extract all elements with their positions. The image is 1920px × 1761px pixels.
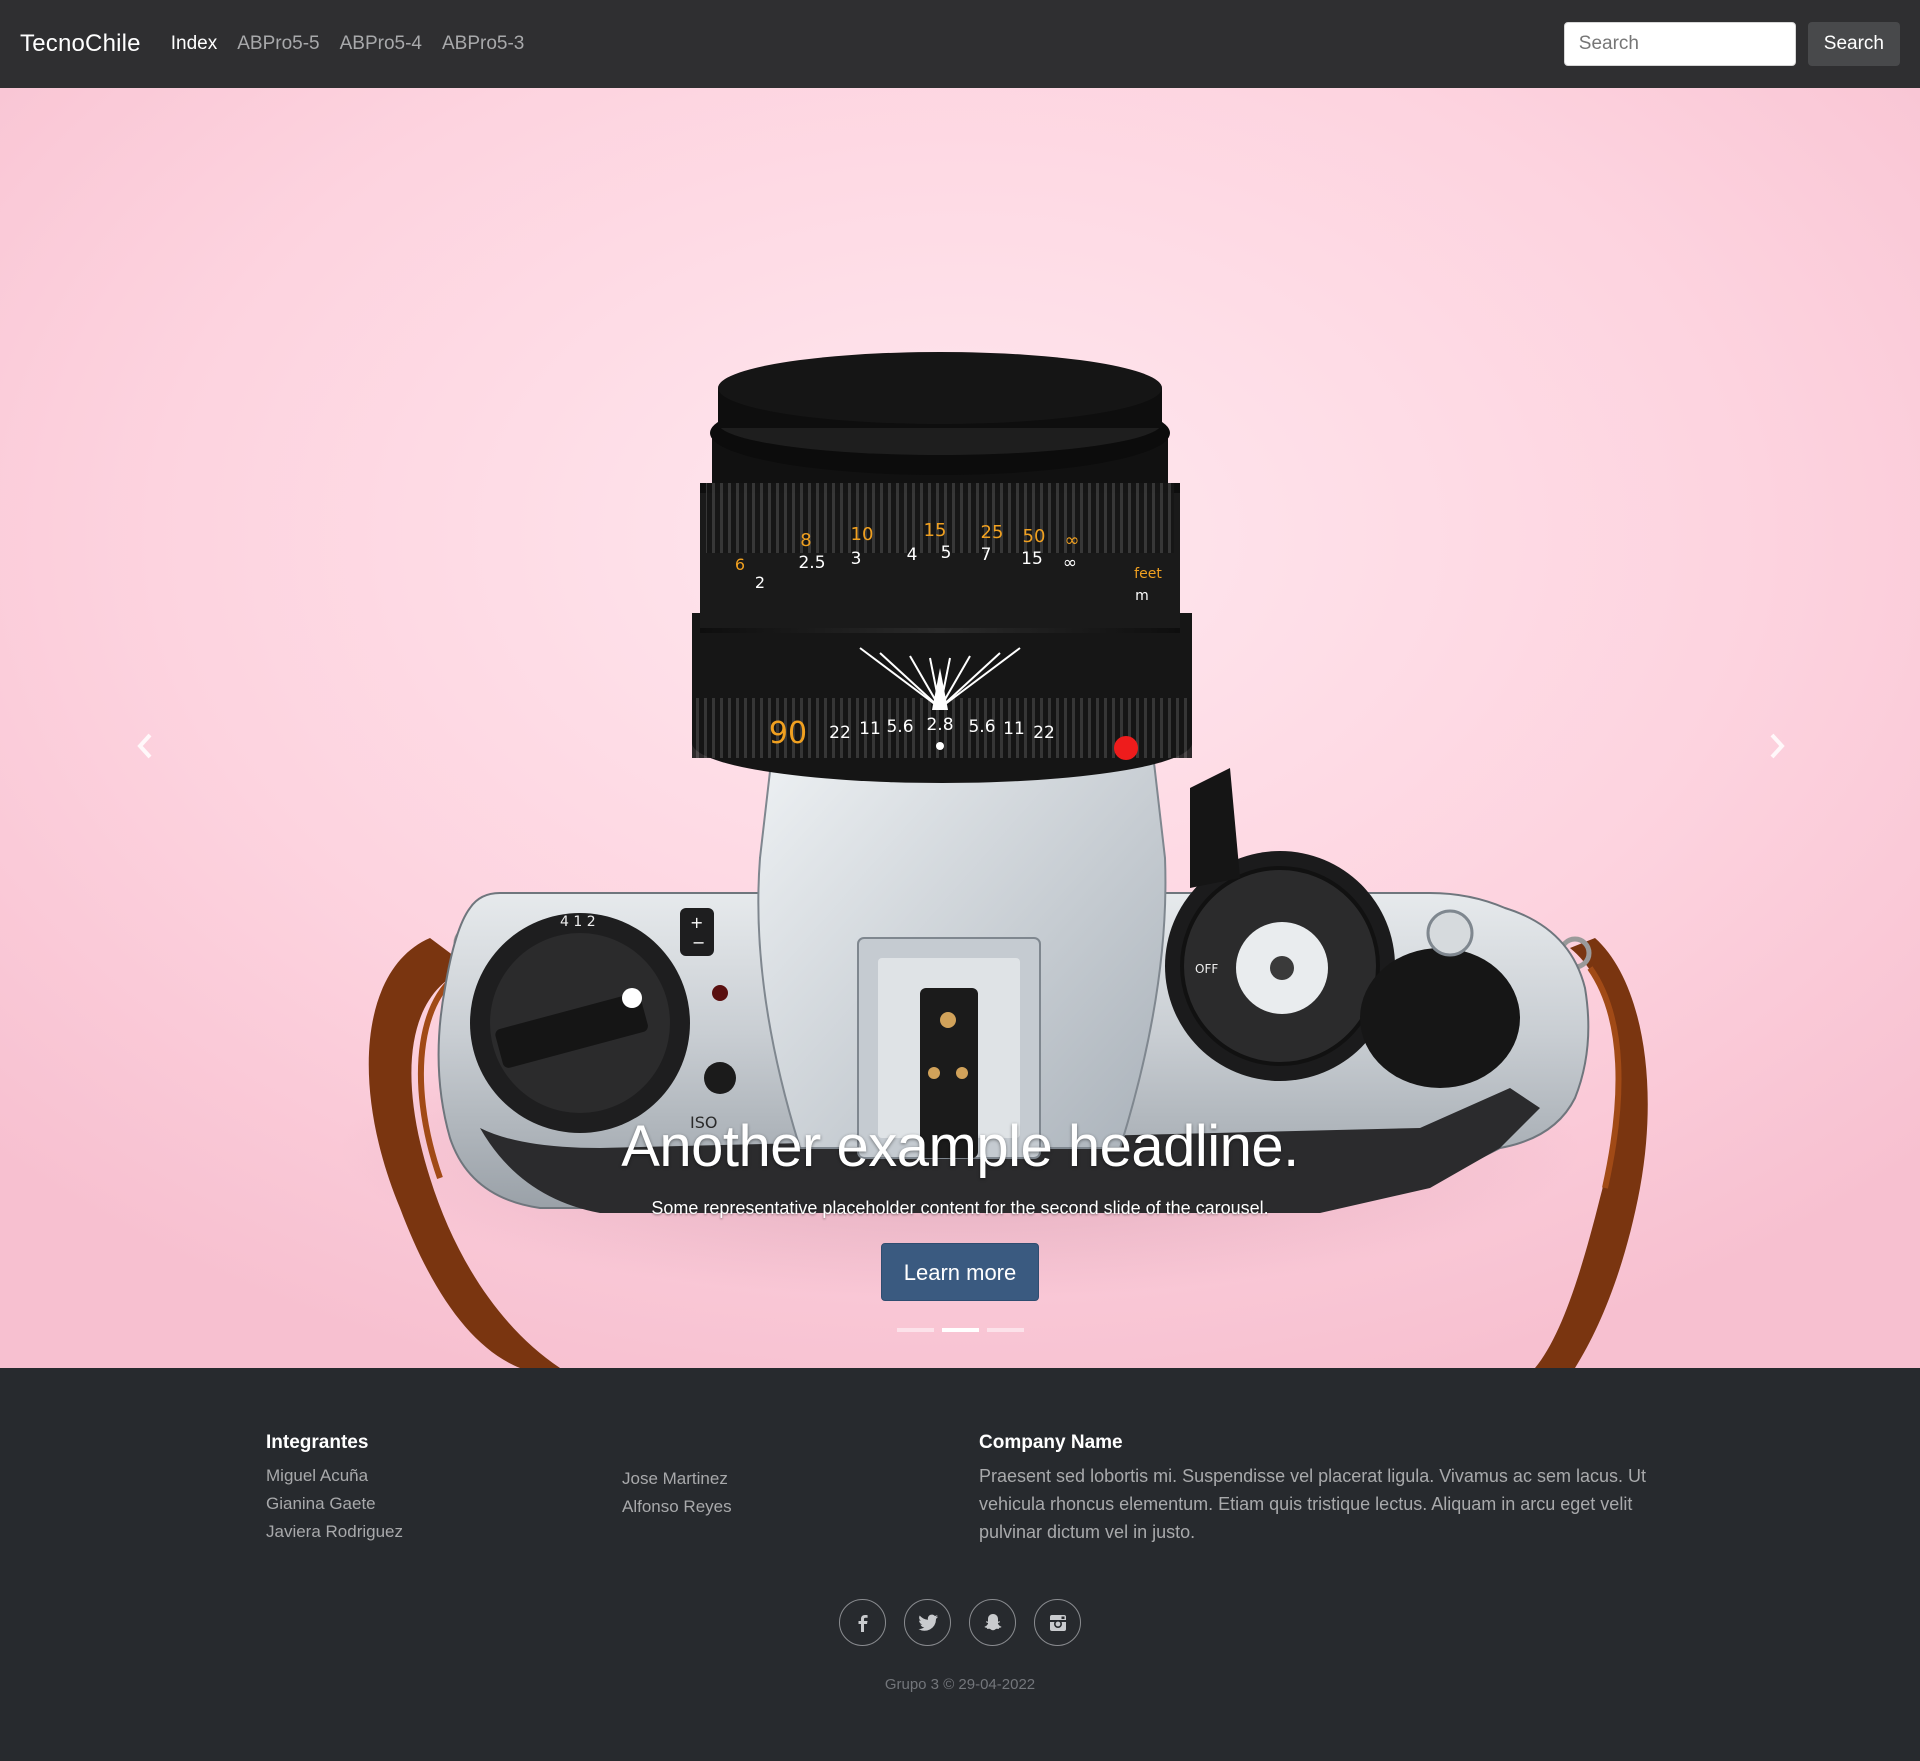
members-column-2: Jose Martinez Alfonso Reyes xyxy=(622,1465,732,1521)
member-name: Jose Martinez xyxy=(622,1469,728,1488)
member-name: Gianina Gaete xyxy=(266,1494,376,1513)
members-heading: Integrantes xyxy=(266,1432,369,1453)
svg-text:10: 10 xyxy=(851,524,874,545)
nav-link-index[interactable]: Index xyxy=(171,33,217,55)
snapchat-icon xyxy=(984,1613,1001,1630)
svg-text:15: 15 xyxy=(924,520,947,541)
nav-link-abpro5-5[interactable]: ABPro5-5 xyxy=(237,33,319,55)
twitter-icon xyxy=(918,1614,938,1631)
brand-logo[interactable]: TecnoChile xyxy=(20,30,141,58)
member-name: Alfonso Reyes xyxy=(622,1497,732,1516)
social-links xyxy=(0,1599,1920,1646)
svg-text:OFF: OFF xyxy=(1195,962,1218,976)
svg-text:+: + xyxy=(690,913,703,932)
learn-more-button[interactable]: Learn more xyxy=(880,1243,1040,1301)
carousel-indicators xyxy=(0,1328,1920,1332)
nav-link-abpro5-4[interactable]: ABPro5-4 xyxy=(340,33,422,55)
search-form: Search xyxy=(1563,22,1900,66)
carousel-prev-button[interactable] xyxy=(115,716,175,776)
nav-links: Index ABPro5-5 ABPro5-4 ABPro5-3 xyxy=(171,33,545,55)
svg-text:2: 2 xyxy=(755,573,765,592)
search-input[interactable] xyxy=(1563,22,1796,66)
company-heading: Company Name xyxy=(979,1432,1123,1453)
svg-text:25: 25 xyxy=(981,522,1004,543)
svg-text:3: 3 xyxy=(851,549,862,569)
carousel-caption: Another example headline. Some represent… xyxy=(0,1113,1920,1301)
svg-text:4: 4 xyxy=(907,545,918,565)
member-name: Javiera Rodriguez xyxy=(266,1522,404,1541)
svg-text:feet: feet xyxy=(1134,566,1162,582)
svg-text:5.6: 5.6 xyxy=(968,717,995,737)
svg-text:∞: ∞ xyxy=(1063,553,1077,573)
svg-text:50: 50 xyxy=(1023,526,1046,547)
svg-text:−: − xyxy=(692,933,705,952)
chevron-left-icon xyxy=(137,733,152,759)
copyright-text: Grupo 3 © 29-04-2022 xyxy=(884,1676,1036,1693)
svg-text:90: 90 xyxy=(769,716,807,751)
members-column: Integrantes Miguel Acuña Gianina Gaete J… xyxy=(266,1432,403,1546)
svg-text:22: 22 xyxy=(829,723,851,743)
carousel-indicator-2[interactable] xyxy=(941,1328,979,1332)
svg-text:8: 8 xyxy=(800,530,811,551)
search-button[interactable]: Search xyxy=(1807,22,1900,66)
svg-text:11: 11 xyxy=(859,719,881,739)
company-column: Company Name Praesent sed lobortis mi. S… xyxy=(979,1432,1669,1546)
svg-text:2.8: 2.8 xyxy=(926,715,953,735)
svg-text:5.6: 5.6 xyxy=(886,717,913,737)
company-description: Praesent sed lobortis mi. Suspendisse ve… xyxy=(979,1466,1646,1542)
footer: Integrantes Miguel Acuña Gianina Gaete J… xyxy=(0,1368,1920,1761)
nav-link-abpro5-3[interactable]: ABPro5-3 xyxy=(442,33,524,55)
twitter-link[interactable] xyxy=(904,1599,951,1646)
svg-text:11: 11 xyxy=(1003,719,1025,739)
instagram-icon xyxy=(1049,1614,1066,1631)
svg-text:2.5: 2.5 xyxy=(798,553,825,573)
facebook-icon xyxy=(858,1614,868,1632)
carousel-indicator-3[interactable] xyxy=(986,1328,1024,1332)
chevron-right-icon xyxy=(1770,733,1785,759)
snapchat-link[interactable] xyxy=(969,1599,1016,1646)
navbar: TecnoChile Index ABPro5-5 ABPro5-4 ABPro… xyxy=(0,0,1920,88)
facebook-link[interactable] xyxy=(839,1599,886,1646)
svg-text:22: 22 xyxy=(1033,723,1055,743)
svg-text:6: 6 xyxy=(735,555,745,574)
instagram-link[interactable] xyxy=(1034,1599,1081,1646)
svg-text:7: 7 xyxy=(981,545,992,565)
svg-text:5: 5 xyxy=(941,543,952,563)
carousel-text: Some representative placeholder content … xyxy=(651,1198,1269,1218)
carousel-headline: Another example headline. xyxy=(621,1114,1299,1179)
svg-text:m: m xyxy=(1135,588,1149,604)
svg-text:4 1 2: 4 1 2 xyxy=(560,914,596,930)
svg-text:∞: ∞ xyxy=(1065,530,1080,551)
carousel-next-button[interactable] xyxy=(1747,716,1807,776)
svg-text:15: 15 xyxy=(1021,549,1043,569)
carousel-indicator-1[interactable] xyxy=(896,1328,934,1332)
hero-carousel: 4 1 2 + − ISO OFF 8 10 15 25 50 ∞ 6 2 2.… xyxy=(0,88,1920,1368)
member-name: Miguel Acuña xyxy=(266,1466,369,1485)
